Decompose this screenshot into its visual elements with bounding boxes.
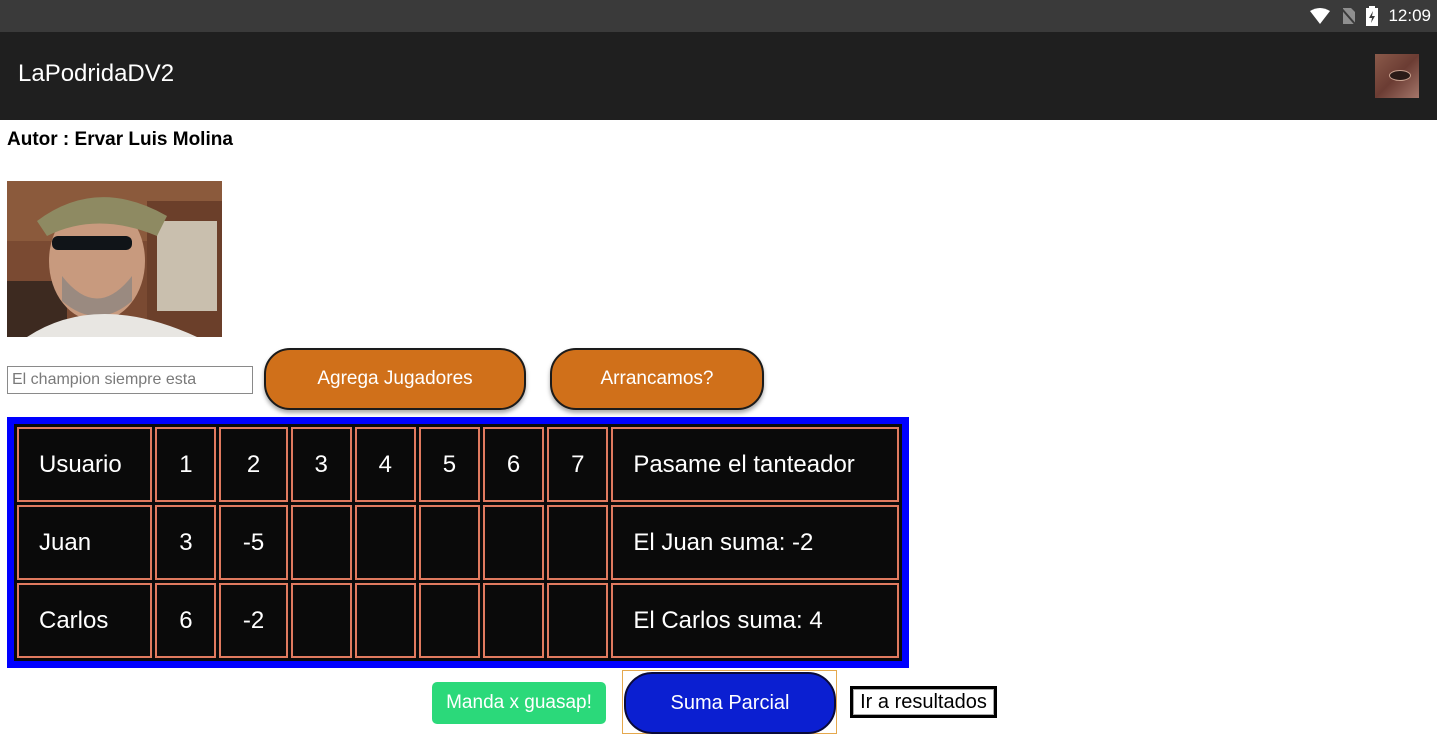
table-row: Carlos 6 -2 El Carlos suma: 4	[17, 583, 899, 658]
header-cell-round-7: 7	[547, 427, 609, 502]
score-cell[interactable]	[290, 505, 352, 580]
action-bar: Manda x guasap! Suma Parcial Ir a result…	[0, 670, 1437, 734]
player-total-cell: El Carlos suma: 4	[611, 583, 899, 658]
header-cell-round-4: 4	[354, 427, 416, 502]
score-cell[interactable]	[290, 583, 352, 658]
score-cell[interactable]	[418, 505, 481, 580]
partial-sum-focus-frame: Suma Parcial	[622, 670, 837, 734]
author-label: Autor : Ervar Luis Molina	[7, 129, 233, 150]
header-cell-round-5: 5	[418, 427, 481, 502]
score-cell[interactable]	[483, 583, 545, 658]
score-cell[interactable]: -5	[219, 505, 288, 580]
whatsapp-share-button[interactable]: Manda x guasap!	[432, 682, 606, 724]
score-cell[interactable]	[418, 583, 481, 658]
player-total-cell: El Juan suma: -2	[611, 505, 899, 580]
app-title: LaPodridaDV2	[18, 60, 175, 87]
score-cell[interactable]: 3	[155, 505, 217, 580]
score-cell[interactable]	[547, 583, 609, 658]
no-sim-icon	[1340, 7, 1357, 25]
table-header-row: Usuario 1 2 3 4 5 6 7 Pasame el tanteado…	[17, 427, 899, 502]
score-cell[interactable]	[354, 583, 416, 658]
wifi-icon	[1310, 8, 1331, 24]
go-to-results-button[interactable]: Ir a resultados	[850, 686, 997, 718]
score-cell[interactable]	[483, 505, 545, 580]
score-cell[interactable]: 6	[155, 583, 217, 658]
app-bar: LaPodridaDV2	[0, 32, 1437, 120]
status-bar: 12:09	[0, 0, 1437, 32]
header-cell-round-1: 1	[155, 427, 217, 502]
score-cell[interactable]: -2	[219, 583, 288, 658]
author-photo	[7, 181, 222, 337]
header-cell-round-6: 6	[483, 427, 545, 502]
eye-icon	[1389, 70, 1411, 81]
score-cell[interactable]	[354, 505, 416, 580]
player-name-cell: Carlos	[17, 583, 153, 658]
battery-charging-icon	[1366, 6, 1379, 26]
score-table: Usuario 1 2 3 4 5 6 7 Pasame el tanteado…	[7, 417, 909, 668]
clock: 12:09	[1388, 6, 1431, 25]
profile-avatar[interactable]	[1375, 54, 1419, 98]
table-row: Juan 3 -5 El Juan suma: -2	[17, 505, 899, 580]
start-game-button[interactable]: Arrancamos?	[550, 348, 764, 410]
header-cell-round-3: 3	[290, 427, 352, 502]
add-players-button[interactable]: Agrega Jugadores	[264, 348, 526, 410]
header-cell-usuario: Usuario	[17, 427, 153, 502]
status-icons: 12:09	[1310, 0, 1431, 32]
partial-sum-button[interactable]: Suma Parcial	[624, 672, 836, 734]
header-cell-round-2: 2	[219, 427, 288, 502]
player-name-input[interactable]	[7, 366, 253, 394]
player-name-cell: Juan	[17, 505, 153, 580]
score-cell[interactable]	[547, 505, 609, 580]
header-cell-tanteador: Pasame el tanteador	[611, 427, 899, 502]
